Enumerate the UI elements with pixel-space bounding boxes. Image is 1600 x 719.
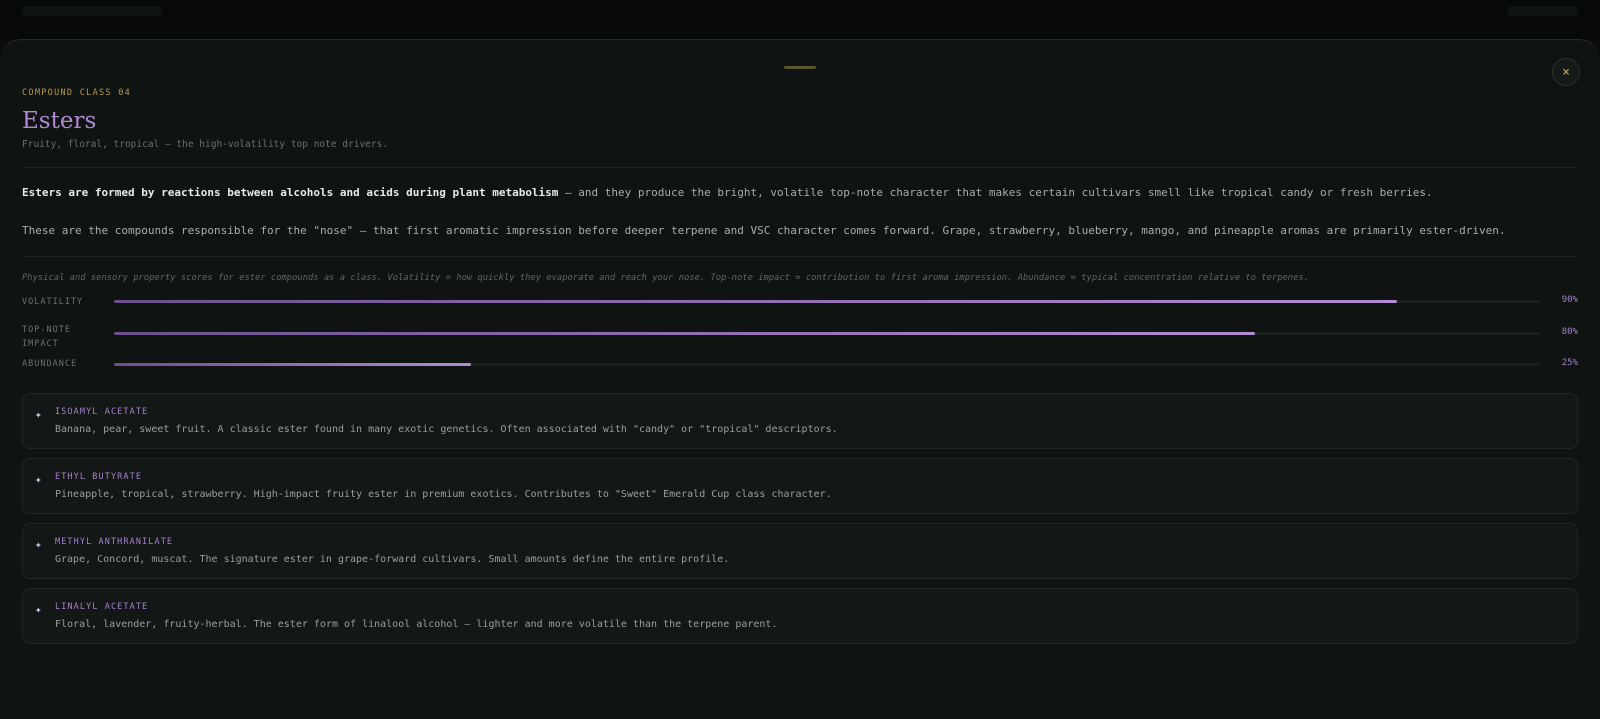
compound-name: ISOAMYL ACETATE xyxy=(55,407,149,417)
metric-bar-track xyxy=(114,300,1540,303)
metric-bar-fill xyxy=(114,300,1398,303)
metric-value: 25% xyxy=(1561,358,1578,368)
metric-label: TOP-NOTE IMPACT xyxy=(22,325,71,349)
intro-paragraph: Esters are formed by reactions between a… xyxy=(22,185,1578,201)
page-title: Esters xyxy=(22,108,97,134)
close-icon: × xyxy=(1562,65,1570,80)
metric-value: 80% xyxy=(1561,327,1578,337)
close-button[interactable]: × xyxy=(1552,58,1580,86)
compound-list: ✦ ISOAMYL ACETATE Banana, pear, sweet fr… xyxy=(22,393,1578,644)
intro-rest-text: — and they produce the bright, volatile … xyxy=(558,186,1433,199)
sparkle-icon: ✦ xyxy=(35,538,42,551)
compound-name: METHYL ANTHRANILATE xyxy=(55,537,174,547)
metrics-note: Physical and sensory property scores for… xyxy=(22,273,1309,283)
metric-volatility: VOLATILITY 90% xyxy=(22,295,1578,325)
page-subtitle: Fruity, floral, tropical — the high-vola… xyxy=(22,139,389,150)
body-divider xyxy=(22,256,1578,257)
metric-bar-track xyxy=(114,332,1540,335)
metric-abundance: ABUNDANCE 25% xyxy=(22,357,1578,381)
compound-description: Pineapple, tropical, strawberry. High-im… xyxy=(55,489,832,500)
compound-name: ETHYL BUTYRATE xyxy=(55,472,143,482)
metric-value: 90% xyxy=(1561,295,1578,305)
metric-bar-track xyxy=(114,363,1540,366)
second-paragraph: These are the compounds responsible for … xyxy=(22,224,1506,237)
header-divider xyxy=(22,167,1578,168)
intro-bold-text: Esters are formed by reactions between a… xyxy=(22,186,559,199)
compound-name: LINALYL ACETATE xyxy=(55,602,149,612)
compound-card[interactable]: ✦ ISOAMYL ACETATE Banana, pear, sweet fr… xyxy=(22,393,1578,449)
backdrop-logo-placeholder xyxy=(22,6,162,16)
metric-bar-fill xyxy=(114,363,471,366)
metric-bar-fill xyxy=(114,332,1255,335)
metric-label: VOLATILITY xyxy=(22,297,84,307)
compound-description: Grape, Concord, muscat. The signature es… xyxy=(55,554,730,565)
metrics-section: VOLATILITY 90% TOP-NOTE IMPACT 80% ABUNDA… xyxy=(22,295,1578,381)
sparkle-icon: ✦ xyxy=(35,603,42,616)
compound-card[interactable]: ✦ LINALYL ACETATE Floral, lavender, frui… xyxy=(22,588,1578,644)
compound-card[interactable]: ✦ METHYL ANTHRANILATE Grape, Concord, mu… xyxy=(22,523,1578,579)
sheet-drag-handle[interactable] xyxy=(784,66,816,69)
compound-detail-sheet: × COMPOUND CLASS 04 Esters Fruity, flora… xyxy=(0,39,1600,719)
metric-label: ABUNDANCE xyxy=(22,359,78,369)
backdrop-header xyxy=(0,0,1600,40)
sheet-content: COMPOUND CLASS 04 Esters Fruity, floral,… xyxy=(22,88,1578,653)
sparkle-icon: ✦ xyxy=(35,473,42,486)
compound-card[interactable]: ✦ ETHYL BUTYRATE Pineapple, tropical, st… xyxy=(22,458,1578,514)
sparkle-icon: ✦ xyxy=(35,408,42,421)
compound-description: Banana, pear, sweet fruit. A classic est… xyxy=(55,424,838,435)
compound-description: Floral, lavender, fruity-herbal. The est… xyxy=(55,619,778,630)
metric-top-note-impact: TOP-NOTE IMPACT 80% xyxy=(22,325,1578,357)
backdrop-nav-placeholder xyxy=(1508,6,1578,16)
compound-class-eyebrow: COMPOUND CLASS 04 xyxy=(22,88,132,98)
